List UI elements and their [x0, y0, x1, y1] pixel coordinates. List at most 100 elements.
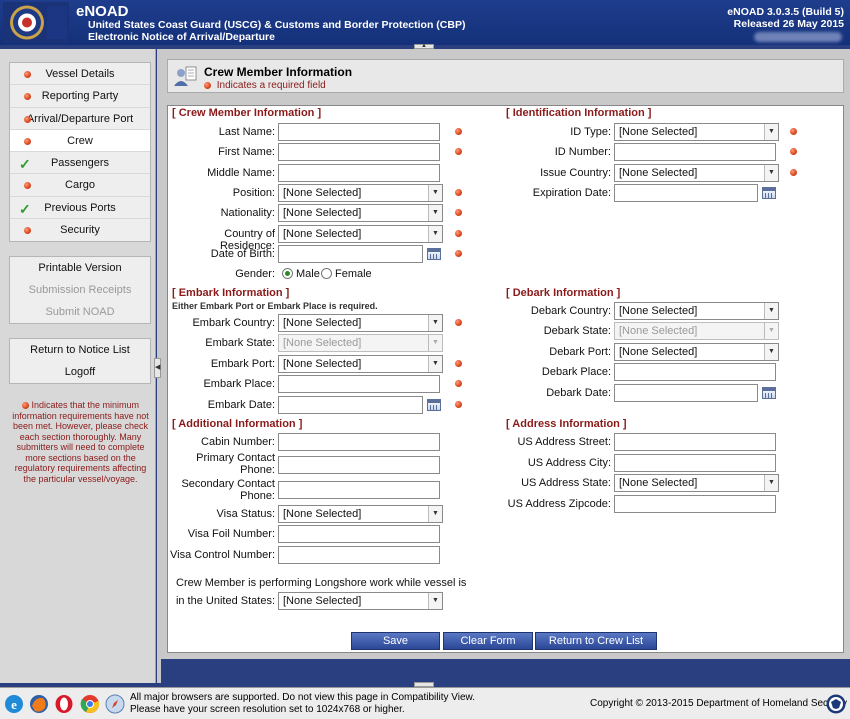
issue-country-select[interactable]: [None Selected] ▼ [614, 164, 779, 182]
visa-status-select[interactable]: [None Selected] ▼ [278, 505, 443, 523]
debark-port-select[interactable]: [None Selected] ▼ [614, 343, 779, 361]
chevron-down-icon: ▼ [428, 356, 442, 372]
chevron-down-icon: ▼ [428, 335, 442, 351]
id-number-input[interactable] [614, 143, 776, 161]
primary-phone-input[interactable] [278, 456, 440, 474]
save-button[interactable]: Save [351, 632, 440, 650]
chevron-down-icon: ▼ [764, 475, 778, 491]
middle-name-input[interactable] [278, 164, 440, 182]
required-dot-icon [455, 209, 462, 216]
debark-state-select[interactable]: [None Selected] ▼ [614, 322, 779, 340]
id-number-label: ID Number: [554, 146, 611, 158]
user-name-blurred [754, 32, 842, 42]
cabin-number-input[interactable] [278, 433, 440, 451]
firefox-icon [30, 695, 48, 713]
required-dot-icon [204, 81, 211, 89]
clear-form-button[interactable]: Clear Form [443, 632, 533, 650]
chevron-down-icon: ▼ [428, 185, 442, 201]
address-section-title: [ Address Information ] [506, 418, 627, 430]
nav-item-arrival-departure-port[interactable]: Arrival/Departure Port [10, 108, 150, 130]
calendar-icon[interactable] [427, 248, 441, 260]
main-frame: Crew Member Information Indicates a requ… [161, 49, 850, 683]
gender-female-radio[interactable] [321, 268, 332, 279]
logoff-link[interactable]: Logoff [10, 361, 150, 383]
calendar-icon[interactable] [762, 387, 776, 399]
embark-country-label: Embark Country: [192, 317, 275, 329]
required-dot-icon [455, 401, 462, 408]
nav-item-cargo[interactable]: Cargo [10, 174, 150, 197]
chevron-down-icon: ▼ [764, 303, 778, 319]
submission-receipts-link[interactable]: Submission Receipts [10, 279, 150, 301]
internet-explorer-icon: e [5, 695, 23, 713]
debark-date-input[interactable] [614, 384, 758, 402]
nav-item-crew[interactable]: Crew [10, 129, 150, 153]
us-address-city-input[interactable] [614, 454, 776, 472]
us-address-street-input[interactable] [614, 433, 776, 451]
embark-state-label: Embark State: [205, 337, 275, 349]
submit-noad-link[interactable]: Submit NOAD [10, 301, 150, 323]
nav-item-reporting-party[interactable]: Reporting Party [10, 85, 150, 108]
debark-section-title: [ Debark Information ] [506, 287, 621, 299]
issue-country-value: [None Selected] [619, 167, 698, 179]
nav-item-passengers[interactable]: ✓ Passengers [10, 152, 150, 175]
nav-item-vessel-details[interactable]: Vessel Details [10, 63, 150, 86]
embark-country-select[interactable]: [None Selected] ▼ [278, 314, 443, 332]
crew-info-section-title: [ Crew Member Information ] [172, 107, 322, 119]
required-dot-icon [24, 115, 31, 123]
nav-item-previous-ports[interactable]: ✓ Previous Ports [10, 197, 150, 220]
return-to-crew-list-button[interactable]: Return to Crew List [535, 632, 657, 650]
us-address-state-select[interactable]: [None Selected] ▼ [614, 474, 779, 492]
required-dot-icon [790, 128, 797, 135]
residence-select[interactable]: [None Selected] ▼ [278, 225, 443, 243]
app-header: eNOAD United States Coast Guard (USCG) &… [0, 0, 850, 45]
return-to-notice-list-link[interactable]: Return to Notice List [10, 339, 150, 361]
checkmark-icon: ✓ [19, 156, 31, 173]
nationality-select[interactable]: [None Selected] ▼ [278, 204, 443, 222]
collapse-panel-handle[interactable]: ◀ [154, 358, 161, 378]
visa-control-input[interactable] [278, 546, 440, 564]
embark-date-input[interactable] [278, 396, 423, 414]
required-dot-icon [24, 93, 31, 101]
required-dot-icon [21, 402, 29, 410]
embark-port-select[interactable]: [None Selected] ▼ [278, 355, 443, 373]
content-area: Crew Member Information Indicates a requ… [161, 49, 850, 659]
dob-input[interactable] [278, 245, 423, 263]
chevron-down-icon: ▼ [428, 205, 442, 221]
dhs-seal-icon [826, 694, 846, 714]
gender-male-radio[interactable] [282, 268, 293, 279]
secondary-phone-input[interactable] [278, 481, 440, 499]
session-box: Return to Notice List Logoff [9, 338, 151, 384]
left-nav-panel: Vessel Details Reporting Party Arrival/D… [0, 49, 156, 683]
longshore-label-line2: in the United States: [175, 595, 275, 607]
expiration-date-input[interactable] [614, 184, 758, 202]
calendar-icon[interactable] [427, 399, 441, 411]
longshore-select[interactable]: [None Selected] ▼ [278, 592, 443, 610]
required-dot-icon [790, 148, 797, 155]
first-name-input[interactable] [278, 143, 440, 161]
embark-place-label: Embark Place: [203, 378, 275, 390]
debark-place-input[interactable] [614, 363, 776, 381]
cabin-number-label: Cabin Number: [201, 436, 275, 448]
nav-item-label: Previous Ports [44, 201, 116, 214]
required-dot-icon [24, 137, 31, 145]
us-address-street-label: US Address Street: [517, 436, 611, 448]
nationality-value: [None Selected] [283, 207, 362, 219]
embark-place-input[interactable] [278, 375, 440, 393]
required-dot-icon [24, 71, 31, 78]
calendar-icon[interactable] [762, 187, 776, 199]
nav-item-security[interactable]: Security [10, 219, 150, 241]
printable-version-link[interactable]: Printable Version [10, 257, 150, 279]
app-footer: e All major browsers are supported. Do n… [0, 687, 850, 719]
app-subtitle: Electronic Notice of Arrival/Departure [88, 31, 275, 43]
us-address-zip-input[interactable] [614, 495, 776, 513]
required-dot-icon [790, 169, 797, 176]
issue-country-label: Issue Country: [540, 167, 611, 179]
id-type-select[interactable]: [None Selected] ▼ [614, 123, 779, 141]
debark-country-select[interactable]: [None Selected] ▼ [614, 302, 779, 320]
embark-section-title: [ Embark Information ] [172, 287, 290, 299]
position-select[interactable]: [None Selected] ▼ [278, 184, 443, 202]
agency-name: United States Coast Guard (USCG) & Custo… [88, 19, 466, 31]
visa-foil-input[interactable] [278, 525, 440, 543]
last-name-input[interactable] [278, 123, 440, 141]
embark-state-select[interactable]: [None Selected] ▼ [278, 334, 443, 352]
